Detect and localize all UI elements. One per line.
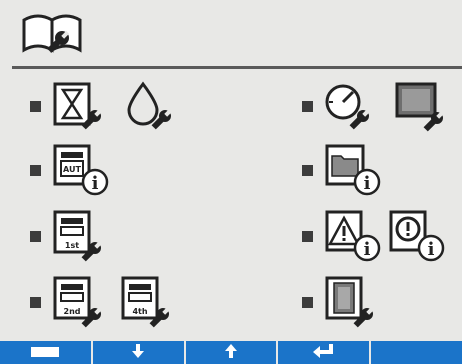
- gauge-wrench-icon[interactable]: [323, 80, 383, 132]
- enter-icon: [312, 343, 335, 362]
- softkey-down[interactable]: [93, 341, 186, 364]
- bullet: [30, 100, 41, 112]
- machine-label: 2nd: [64, 307, 81, 316]
- bullet: [302, 230, 313, 242]
- menu-item-left[interactable]: 1st: [30, 208, 113, 264]
- water-drop-wrench-icon[interactable]: [123, 80, 183, 132]
- menu-row: 2nd 4th: [0, 274, 462, 336]
- svg-text:i: i: [364, 239, 371, 260]
- keyboard-icon: [30, 343, 60, 362]
- menu-item-right[interactable]: i i: [302, 208, 445, 264]
- menu-item-left[interactable]: [30, 78, 183, 134]
- manual-wrench-icon[interactable]: [18, 8, 90, 62]
- menu-item-right[interactable]: i: [302, 142, 385, 198]
- header-divider: [12, 66, 462, 69]
- auto-machine-info-icon[interactable]: AUT i: [51, 142, 113, 198]
- screen-header: [0, 0, 462, 66]
- menu-row: [0, 78, 462, 140]
- arrow-down-icon: [132, 343, 145, 362]
- door-wrench-icon[interactable]: [323, 274, 383, 330]
- machine-2nd-wrench-icon[interactable]: 2nd: [51, 274, 111, 330]
- alarm-info-icon[interactable]: i: [387, 208, 445, 264]
- softkey-blank[interactable]: [371, 341, 462, 364]
- menu-item-right[interactable]: [302, 78, 453, 134]
- svg-text:i: i: [92, 173, 99, 194]
- machine-1st-wrench-icon[interactable]: 1st: [51, 208, 113, 264]
- warning-info-icon[interactable]: i: [323, 208, 383, 264]
- bullet: [302, 100, 313, 112]
- bullet: [30, 164, 41, 176]
- svg-text:i: i: [364, 173, 371, 194]
- softkey-enter[interactable]: [278, 341, 372, 364]
- bullet: [302, 164, 313, 176]
- softkey-keyboard[interactable]: [0, 341, 93, 364]
- machine-label: 1st: [65, 241, 79, 250]
- menu-row: 1st i i: [0, 208, 462, 270]
- softkey-up[interactable]: [186, 341, 279, 364]
- display-wrench-icon[interactable]: [393, 80, 453, 132]
- menu-item-right[interactable]: [302, 274, 383, 330]
- menu-item-left[interactable]: AUT i: [30, 142, 113, 198]
- svg-text:i: i: [428, 239, 435, 260]
- bullet: [302, 296, 313, 308]
- hourglass-wrench-icon[interactable]: [51, 80, 113, 132]
- machine-label: 4th: [132, 307, 147, 316]
- machine-4th-wrench-icon[interactable]: 4th: [119, 274, 179, 330]
- bullet: [30, 296, 41, 308]
- folder-info-icon[interactable]: i: [323, 142, 385, 198]
- arrow-up-icon: [224, 343, 237, 362]
- bullet: [30, 230, 41, 242]
- softkey-bar: [0, 341, 462, 364]
- machine-label: AUT: [63, 165, 81, 174]
- menu-row: AUT i i: [0, 142, 462, 204]
- menu-item-left[interactable]: 2nd 4th: [30, 274, 179, 330]
